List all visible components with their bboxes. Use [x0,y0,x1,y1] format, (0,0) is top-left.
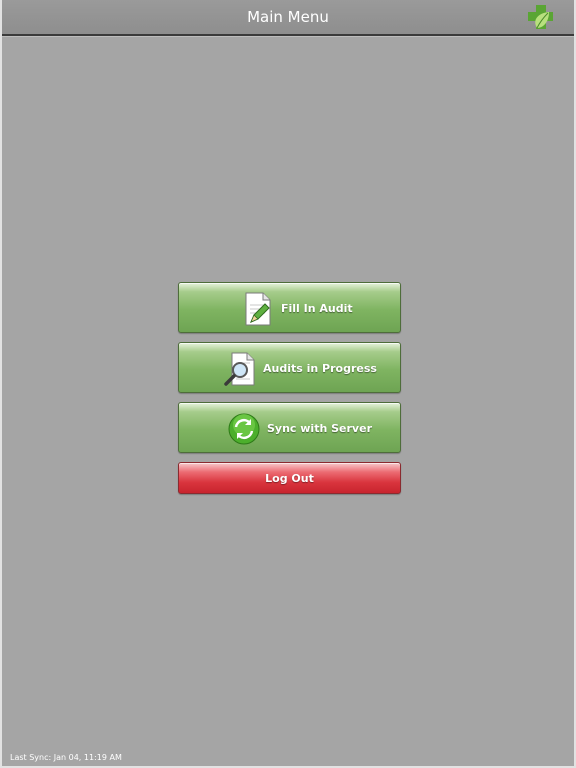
log-out-label: Log Out [265,472,314,485]
sync-arrows-icon [228,413,260,445]
main-menu: Fill In Audit Audits in Progress Sync wi… [178,282,401,494]
audits-in-progress-label: Audits in Progress [263,362,377,375]
log-out-button[interactable]: Log Out [178,462,401,494]
sync-with-server-button[interactable]: Sync with Server [178,402,401,453]
green-cross-leaf-icon [528,5,553,29]
page-title: Main Menu [247,8,329,26]
document-pencil-icon [245,292,271,326]
audits-in-progress-button[interactable]: Audits in Progress [178,342,401,393]
sync-with-server-label: Sync with Server [267,422,372,435]
last-sync-status: Last Sync: Jan 04, 11:19 AM [10,753,122,762]
fill-in-audit-button[interactable]: Fill In Audit [178,282,401,333]
app-window: Main Menu Fill In Audit Audits in Progre… [0,0,576,768]
top-bar: Main Menu [2,0,574,36]
fill-in-audit-label: Fill In Audit [281,302,353,315]
document-magnifier-icon [224,352,255,386]
